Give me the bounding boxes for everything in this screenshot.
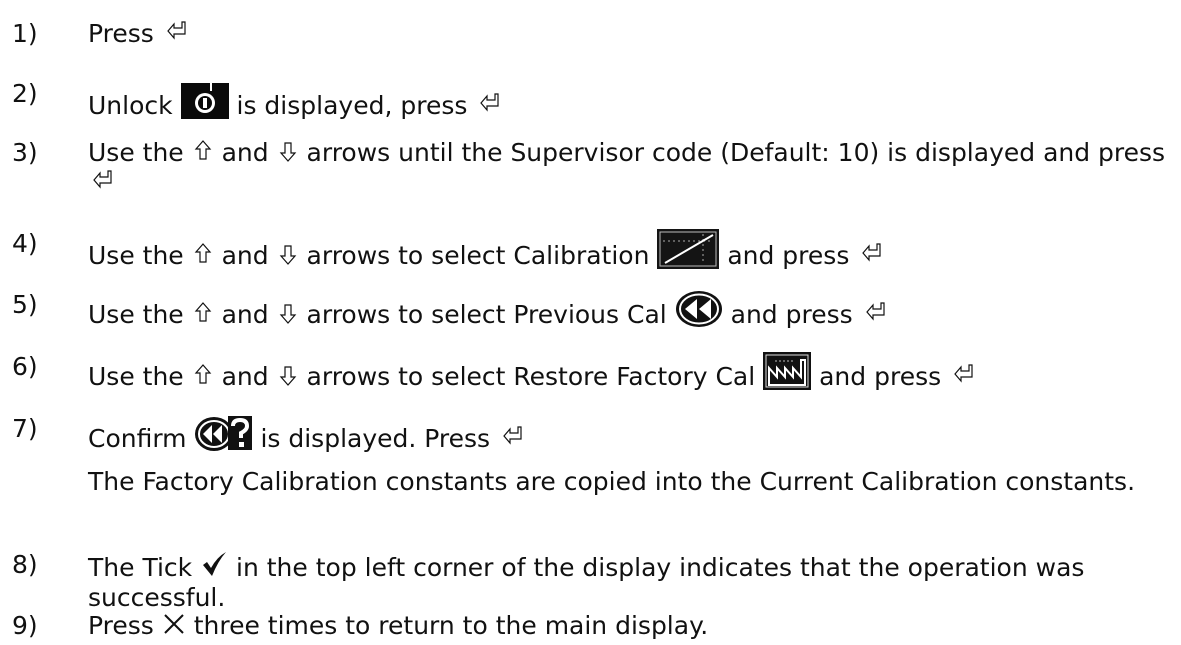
step-number: 8) (12, 550, 38, 579)
step-text: Unlock is displayed, press (88, 79, 1175, 121)
step-number: 5) (12, 290, 38, 319)
calibration-graph-icon (657, 229, 720, 269)
step-text-part: three times to return to the main displa… (193, 611, 709, 640)
step-text-part: Use the (88, 362, 192, 391)
step-number: 4) (12, 229, 38, 258)
step-text-part: and (221, 138, 277, 167)
step-text: Press (88, 19, 1175, 49)
step-text-part: The Tick (88, 553, 201, 582)
enter-key-icon (862, 243, 881, 262)
step-text: Confirm is displayed. Press (88, 414, 1175, 454)
step-text-part: arrows to select Calibration (306, 241, 658, 270)
procedure-document: 1) Press 2) Unlock is displayed, press 3… (0, 0, 1181, 645)
step-number: 6) (12, 352, 38, 381)
step-text-part: Press (88, 611, 162, 640)
enter-key-icon (166, 21, 186, 40)
up-arrow-icon (194, 243, 211, 263)
step-number: 1) (12, 19, 38, 48)
step-text-part: Press (88, 19, 162, 48)
step-text: Use the and arrows until the Supervisor … (88, 138, 1175, 198)
step-text-part: Confirm (88, 424, 195, 453)
step-text-part: and (221, 300, 277, 329)
step-text-part: and press (727, 241, 858, 270)
factory-icon (763, 352, 812, 390)
up-arrow-icon (194, 140, 211, 160)
step-text-part: Unlock (88, 91, 181, 120)
confirm-question-icon (195, 416, 253, 451)
down-arrow-icon (279, 142, 296, 162)
step-text: Press three times to return to the main … (88, 611, 1175, 641)
step-text-part: arrows to select Restore Factory Cal (306, 362, 764, 391)
enter-key-icon (503, 426, 522, 445)
step-number: 2) (12, 79, 38, 108)
step-text-part: Use the (88, 300, 192, 329)
rewind-icon (675, 291, 722, 327)
step-text-part: is displayed. Press (260, 424, 499, 453)
step-text: The Tick in the top left corner of the d… (88, 550, 1175, 613)
down-arrow-icon (279, 366, 296, 386)
step-text-part: and (221, 362, 277, 391)
enter-key-icon (480, 93, 499, 112)
step-text: Use the and arrows to select Previous Ca… (88, 290, 1175, 330)
step-text-part: Use the (88, 138, 192, 167)
enter-key-icon (865, 302, 885, 321)
enter-key-icon (954, 364, 973, 383)
up-arrow-icon (194, 302, 211, 322)
up-arrow-icon (194, 364, 211, 384)
step-text-part: and press (819, 362, 950, 391)
step-text-part: arrows until the Supervisor code (Defaul… (306, 138, 1166, 167)
step-text: Use the and arrows to select Restore Fac… (88, 352, 1175, 392)
step-7-note: The Factory Calibration constants are co… (88, 467, 1136, 496)
step-text-part: and press (730, 300, 861, 329)
step-text-part: in the top left corner of the display in… (88, 553, 1085, 612)
down-arrow-icon (279, 245, 296, 265)
step-text-part: is displayed, press (236, 91, 476, 120)
step-text-part: and (221, 241, 277, 270)
step-text: Use the and arrows to select Calibration… (88, 229, 1175, 271)
enter-key-icon (93, 170, 112, 189)
step-number: 3) (12, 138, 38, 167)
cancel-x-icon (164, 614, 184, 634)
step-text-part: arrows to select Previous Cal (306, 300, 675, 329)
step-number: 9) (12, 611, 38, 640)
tick-icon (203, 552, 227, 576)
step-number: 7) (12, 414, 38, 443)
step-text-part: Use the (88, 241, 192, 270)
unlock-padlock-icon (180, 79, 229, 119)
down-arrow-icon (279, 304, 296, 324)
